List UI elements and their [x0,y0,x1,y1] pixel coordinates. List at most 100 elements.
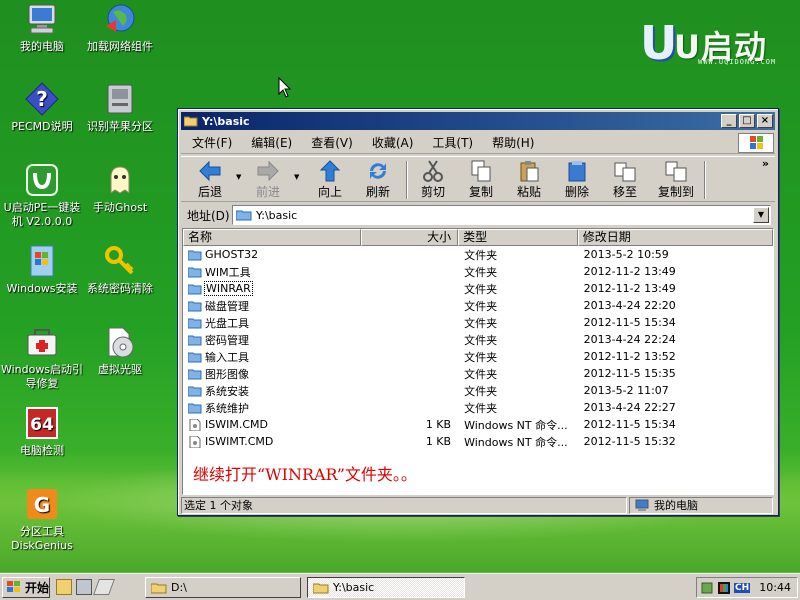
column-header-size[interactable]: 大小 [361,229,459,246]
desktop-icon-load-network[interactable]: 加载网络组件 [78,2,162,54]
toolbar-overflow-chevron-icon[interactable]: » [762,157,769,170]
file-name: 光盘工具 [205,316,249,330]
move-to-button[interactable]: 移至 [602,159,648,200]
desktop-icon-pc-detect[interactable]: 64 电脑检测 [0,406,84,458]
svg-text:?: ? [36,87,48,111]
close-button[interactable]: × [757,114,773,128]
delete-button[interactable]: 删除 [554,159,600,200]
arrow-right-icon [257,160,279,182]
refresh-button[interactable]: 刷新 [355,159,401,200]
file-name: 密码管理 [205,333,249,347]
desktop-icon-pecmd-help[interactable]: ? PECMD说明 [0,82,84,134]
file-row[interactable]: 密码管理 文件夹 2013-4-24 22:24 [183,331,773,348]
forward-dropdown-icon[interactable]: ▼ [294,173,299,181]
taskbar-task-d-drive[interactable]: D:\ [145,577,301,598]
minimize-button[interactable]: _ [721,114,737,128]
desktop-icon-diskgenius[interactable]: G 分区工具 DiskGenius [0,487,84,553]
menu-tools[interactable]: 工具(T) [421,134,481,151]
back-dropdown-icon[interactable]: ▼ [236,173,241,181]
quick-launch-explorer-icon[interactable] [56,579,72,595]
paste-label: 粘贴 [516,185,541,199]
desktop-icon-windows-setup[interactable]: Windows安装 [0,244,84,296]
up-button[interactable]: 向上 [307,159,353,200]
file-date: 2013-4-24 22:27 [583,401,676,414]
taskbar-task-y-basic[interactable]: Y:\basic [307,577,465,598]
quick-launch-drive-icon[interactable] [93,579,115,595]
copy-button[interactable]: 复制 [458,159,504,200]
display-tray-icon[interactable] [717,581,731,595]
menu-file[interactable]: 文件(F) [181,134,240,151]
folder-icon [188,284,202,294]
folder-icon [188,352,202,362]
column-header-type[interactable]: 类型 [458,229,578,246]
file-row[interactable]: 输入工具 文件夹 2012-11-2 13:52 [183,348,773,365]
maximize-button[interactable]: □ [739,114,755,128]
file-row[interactable]: ISWIM.CMD 1 KB Windows NT 命令... 2012-11-5 1… [183,416,773,433]
start-button[interactable]: 开始 [2,576,50,598]
file-row[interactable]: 系统安装 文件夹 2013-5-2 11:07 [183,382,773,399]
refresh-icon [370,163,386,179]
address-bar: 地址(D) Y:\basic ▼ [181,204,775,226]
computer-icon [28,4,56,34]
address-dropdown-button[interactable]: ▼ [753,207,769,223]
window-title: Y:\basic [202,114,250,128]
folder-icon [184,116,198,127]
desktop-icon-manual-ghost[interactable]: 手动Ghost [78,163,162,215]
copy-to-icon [665,161,687,182]
file-size: 1 KB [425,418,452,431]
menu-edit[interactable]: 编辑(E) [240,134,300,151]
menu-help[interactable]: 帮助(H) [481,134,542,151]
menu-view[interactable]: 查看(V) [300,134,361,151]
copy-to-button[interactable]: 复制到 [650,159,702,200]
cmd-file-icon [189,418,201,431]
input-language-indicator[interactable]: CH [734,582,751,593]
address-input[interactable]: Y:\basic ▼ [232,205,771,225]
file-name: ISWIM.CMD [205,418,268,431]
file-row[interactable]: 图形图像 文件夹 2012-11-5 15:35 [183,365,773,382]
menu-favorites[interactable]: 收藏(A) [361,134,422,151]
desktop-icon-clear-password[interactable]: 系统密码清除 [78,244,162,296]
disk-drive-icon [107,84,133,114]
forward-button[interactable]: 前进 [245,159,291,200]
file-row[interactable]: 磁盘管理 文件夹 2013-4-24 22:20 [183,297,773,314]
boot-repair-icon [27,329,57,356]
desktop-icon-virtual-cd[interactable]: 虚拟光驱 [78,325,162,377]
file-row[interactable]: WIM工具 文件夹 2012-11-2 13:49 [183,263,773,280]
file-type: 文件夹 [464,350,498,364]
file-type: 文件夹 [464,299,498,313]
desktop-icon-boot-repair[interactable]: Windows启动引导修复 [0,325,84,391]
file-name-cell: 系统安装 [183,383,361,399]
folder-icon [188,369,202,379]
file-name: 磁盘管理 [205,299,249,313]
cut-button[interactable]: 剪切 [410,159,456,200]
uqidong-logo: U U启动 WWW.UQIDONG.COM [640,14,790,72]
file-name-cell: 密码管理 [183,332,361,348]
file-type: 文件夹 [464,248,498,262]
network-tray-icon[interactable] [700,581,714,595]
back-label: 后退 [197,185,222,199]
windows-flag-icon [750,136,763,149]
file-name: 图形图像 [205,367,249,381]
back-button[interactable]: 后退 [187,159,233,200]
file-name: GHOST32 [205,248,259,261]
desktop-icon-label: 虚拟光驱 [98,363,142,376]
window-titlebar[interactable]: Y:\basic _ □ × [181,112,775,130]
column-header-date[interactable]: 修改日期 [577,229,773,246]
file-name-cell: 磁盘管理 [183,298,361,314]
paste-button[interactable]: 粘贴 [506,159,552,200]
column-header-name[interactable]: 名称 [183,229,362,246]
file-row[interactable]: WINRAR 文件夹 2012-11-2 13:49 [183,280,773,297]
file-name-cell: WIM工具 [183,264,361,280]
cmd-file-icon [189,435,201,448]
file-row[interactable]: GHOST32 文件夹 2013-5-2 10:59 [183,246,773,263]
desktop-icon-apple-partition[interactable]: 识别苹果分区 [78,82,162,134]
file-row[interactable]: 系统维护 文件夹 2013-4-24 22:27 [183,399,773,416]
desktop-icon-uqidong-installer[interactable]: U启动PE一键装机 V2.0.0.0 [0,163,84,229]
file-name-cell: 图形图像 [183,366,361,382]
clock[interactable]: 10:44 [759,581,791,594]
file-row[interactable]: 光盘工具 文件夹 2012-11-5 15:34 [183,314,773,331]
file-row[interactable]: ISWIMT.CMD 1 KB Windows NT 命令... 2012-11-5 … [183,433,773,450]
desktop-icon-my-computer[interactable]: 我的电脑 [0,2,84,54]
folder-icon [188,318,202,328]
quick-launch-tools-icon[interactable] [76,579,92,595]
